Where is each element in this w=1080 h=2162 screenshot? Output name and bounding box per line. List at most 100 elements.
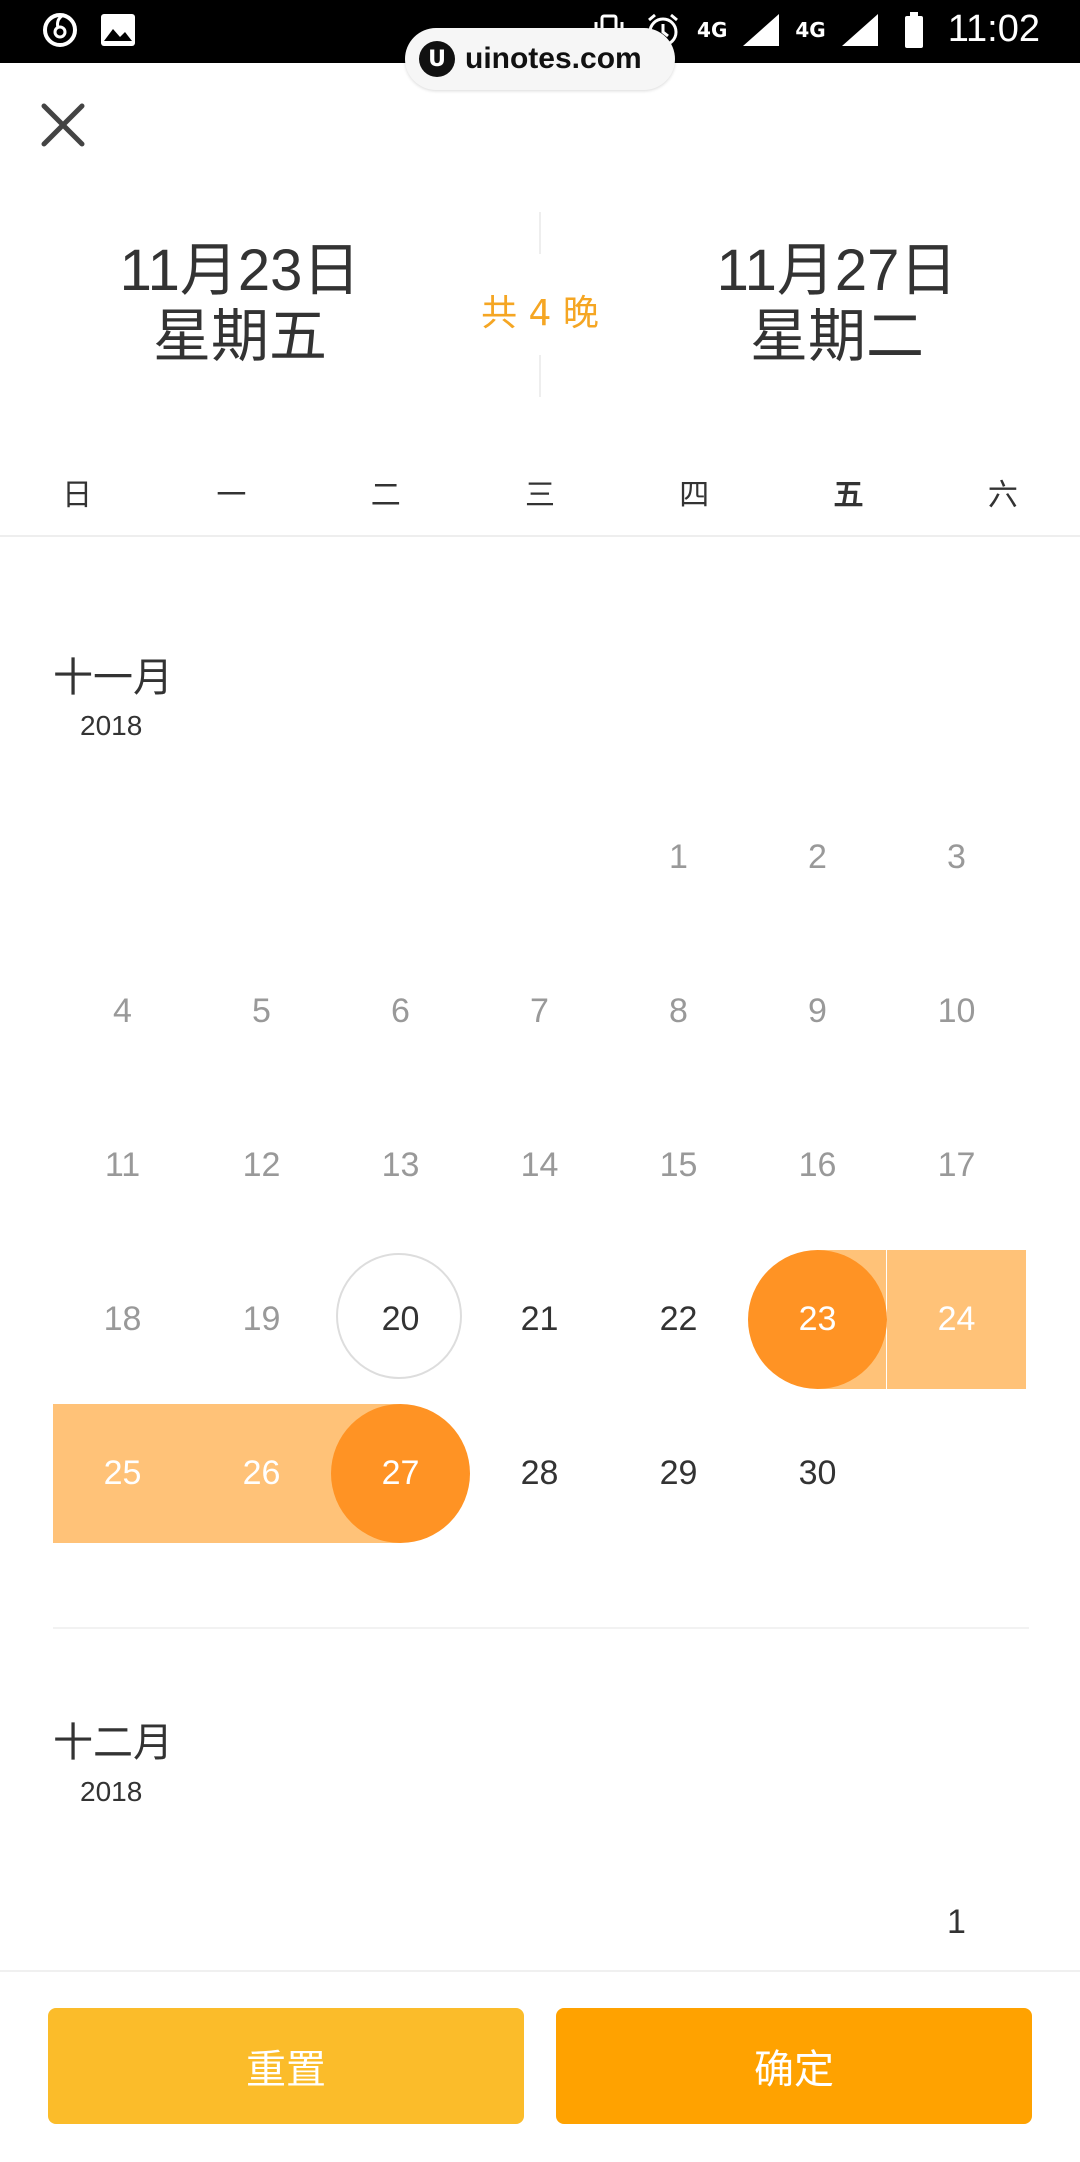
day-cell[interactable]: 26 (192, 1404, 331, 1543)
watermark-text: uinotes.com (465, 42, 642, 75)
day-number: 24 (937, 1300, 976, 1338)
day-cell: 2 (748, 788, 887, 927)
day-number: 17 (937, 1146, 976, 1184)
day-cell: 6 (331, 942, 470, 1081)
month-year-december: 2018 (80, 1776, 143, 1807)
day-cell[interactable]: 29 (609, 1404, 748, 1543)
day-number: 13 (381, 1146, 420, 1184)
day-cell: 9 (748, 942, 887, 1081)
day-number: 12 (242, 1146, 281, 1184)
close-button[interactable] (38, 100, 88, 150)
day-cell: 1 (609, 788, 748, 927)
netease-music-icon (40, 10, 80, 50)
check-in-date[interactable]: 11月23日 星期五 (30, 238, 450, 370)
check-out-date[interactable]: 11月27日 星期二 (627, 238, 1047, 370)
day-number: 10 (937, 992, 976, 1030)
divider-top (539, 212, 541, 254)
day-cell: 19 (192, 1250, 331, 1389)
day-cell: 4 (53, 942, 192, 1081)
day-cell-today[interactable]: 20 (331, 1250, 470, 1389)
battery-icon (894, 10, 934, 50)
day-number: 1 (669, 838, 688, 876)
day-number: 22 (659, 1300, 698, 1338)
day-number: 27 (381, 1454, 420, 1492)
day-cell: 5 (192, 942, 331, 1081)
day-number: 28 (520, 1454, 559, 1492)
weekday-label: 四 (679, 478, 710, 513)
day-cell: 18 (53, 1250, 192, 1389)
day-cell: 13 (331, 1096, 470, 1235)
day-number: 5 (252, 992, 271, 1030)
day-cell[interactable]: 25 (53, 1404, 192, 1543)
day-cell: 14 (470, 1096, 609, 1235)
day-number: 18 (103, 1300, 142, 1338)
day-number: 25 (103, 1454, 142, 1492)
weekday-label: 二 (370, 478, 401, 513)
day-number: 15 (659, 1146, 698, 1184)
check-in-weekday: 星期五 (152, 304, 327, 369)
day-cell-check-out[interactable]: 27 (331, 1404, 470, 1543)
watermark-badge: U uinotes.com (405, 28, 675, 90)
month-title-december: 十二月 (53, 1720, 173, 1766)
day-cell: 7 (470, 942, 609, 1081)
day-cell: 3 (887, 788, 1026, 927)
network-type-2: 4G (795, 17, 826, 42)
day-cell[interactable]: 24 (887, 1250, 1026, 1389)
day-number: 20 (381, 1300, 420, 1338)
day-number: 6 (391, 992, 410, 1030)
confirm-button[interactable]: 确定 (556, 2008, 1032, 2124)
day-number: 21 (520, 1300, 559, 1338)
day-cell[interactable]: 21 (470, 1250, 609, 1389)
check-in-date-text: 11月23日 (119, 238, 361, 303)
day-cell: 12 (192, 1096, 331, 1235)
day-number: 16 (798, 1146, 837, 1184)
nights-count: 共 4 晚 (481, 293, 599, 334)
weekday-label: 五 (833, 478, 864, 513)
image-icon (98, 10, 138, 50)
weekday-label: 日 (62, 478, 93, 513)
day-number: 2 (808, 838, 827, 876)
day-cell: 10 (887, 942, 1026, 1081)
clock-time: 11:02 (947, 8, 1040, 50)
check-out-date-text: 11月27日 (716, 238, 958, 303)
day-cell: 11 (53, 1096, 192, 1235)
day-number: 29 (659, 1454, 698, 1492)
day-cell: 17 (887, 1096, 1026, 1235)
day-cell[interactable]: 30 (748, 1404, 887, 1543)
day-number: 26 (242, 1454, 281, 1492)
day-number: 23 (798, 1300, 837, 1338)
day-cell[interactable]: 28 (470, 1404, 609, 1543)
signal-icon (741, 10, 781, 50)
day-cell-check-in[interactable]: 23 (748, 1250, 887, 1389)
day-number: 19 (242, 1300, 281, 1338)
reset-button[interactable]: 重置 (48, 2008, 524, 2124)
uinotes-logo-icon: U (419, 41, 455, 77)
network-type-1: 4G (697, 17, 728, 42)
day-cell: 15 (609, 1096, 748, 1235)
day-number: 1 (947, 1903, 966, 1941)
month-title-november: 十一月 (53, 655, 173, 701)
signal-icon-2 (840, 10, 880, 50)
month-separator (53, 1627, 1029, 1629)
weekday-label: 六 (987, 478, 1018, 513)
day-number: 14 (520, 1146, 559, 1184)
day-number: 4 (113, 992, 132, 1030)
day-cell: 16 (748, 1096, 887, 1235)
divider-bottom (539, 355, 541, 397)
day-number: 9 (808, 992, 827, 1030)
weekday-label: 三 (524, 478, 555, 513)
day-number: 30 (798, 1454, 837, 1492)
month-year-november: 2018 (80, 710, 143, 741)
check-out-weekday: 星期二 (749, 304, 924, 369)
bottom-action-bar: 重置 确定 (0, 1970, 1080, 2162)
day-cell: 8 (609, 942, 748, 1081)
day-number: 8 (669, 992, 688, 1030)
day-number: 7 (530, 992, 549, 1030)
day-cell[interactable]: 22 (609, 1250, 748, 1389)
day-number: 3 (947, 838, 966, 876)
weekday-label: 一 (216, 478, 247, 513)
day-number: 11 (104, 1146, 141, 1184)
weekday-divider (0, 535, 1080, 537)
close-icon (41, 103, 85, 147)
weekday-header: 日一二三四五六 (0, 470, 1080, 520)
